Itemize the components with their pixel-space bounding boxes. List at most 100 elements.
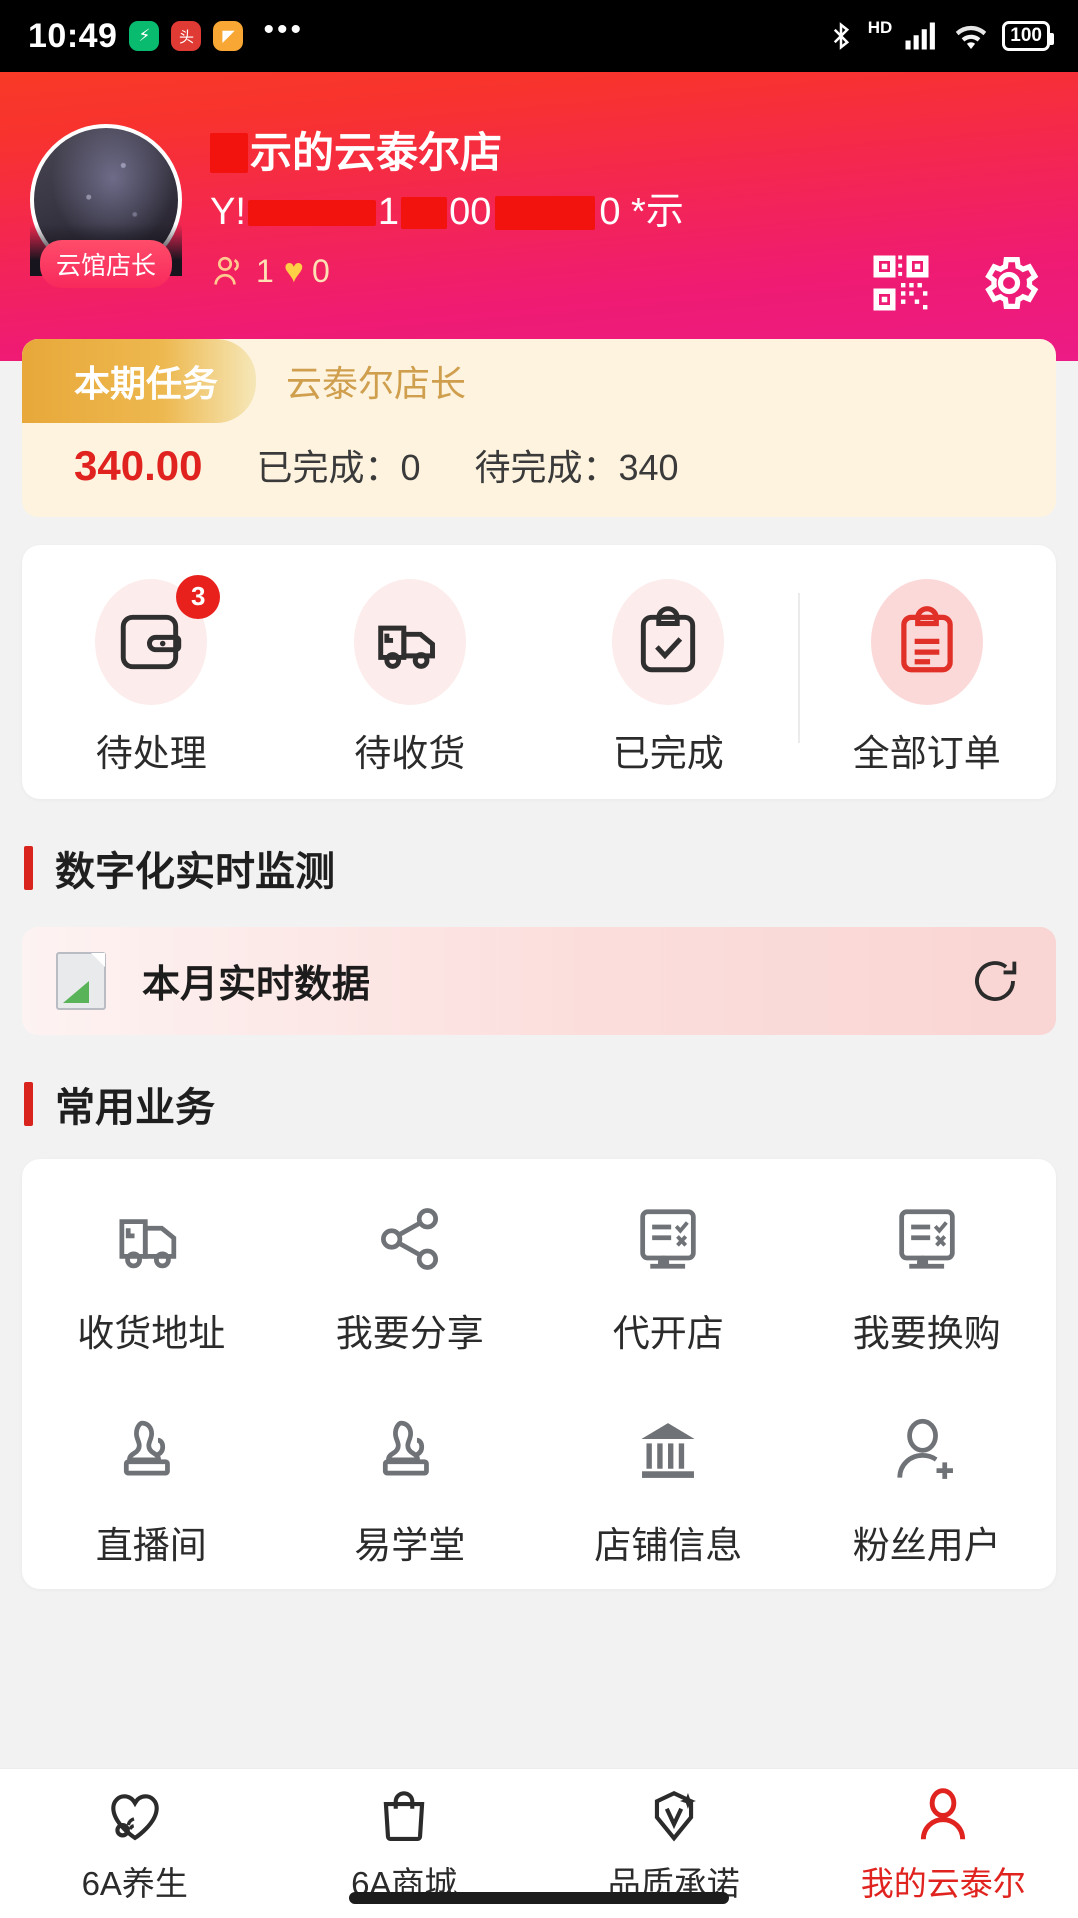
section-title-monitor: 数字化实时监测 xyxy=(24,839,1078,897)
wifi-icon xyxy=(956,25,987,49)
followers-stat: 1 xyxy=(210,252,274,290)
gem-check-icon xyxy=(654,1790,696,1842)
likes-stat: ♥ 0 xyxy=(284,252,330,291)
service-item-share[interactable]: 我要分享 xyxy=(281,1201,540,1357)
avatar-wrapper[interactable]: 云馆店长 xyxy=(30,124,182,288)
status-bar: 10:49 ••• HD 100 xyxy=(0,0,1078,72)
redaction-block xyxy=(495,196,596,231)
nav-item-mall[interactable]: 6A商城 xyxy=(270,1785,540,1905)
order-label: 全部订单 xyxy=(852,732,1001,774)
wallet-icon xyxy=(121,614,182,670)
service-item-open-store[interactable]: 代开店 xyxy=(539,1201,798,1357)
shop-id: Y ! 1 00 0 *示 xyxy=(210,191,1048,234)
redaction-block xyxy=(401,197,448,230)
heart-icon: ♥ xyxy=(283,251,304,290)
shop-name-text: 示的云泰尔店 xyxy=(250,129,503,176)
service-label: 收货地址 xyxy=(77,1312,226,1354)
followers-count: 1 xyxy=(256,252,274,289)
task-pending: 待完成：340 xyxy=(474,446,679,488)
order-item-completed[interactable]: 已完成 xyxy=(539,578,798,777)
service-label: 我要分享 xyxy=(335,1312,484,1354)
service-label: 代开店 xyxy=(612,1312,724,1354)
service-label: 粉丝用户 xyxy=(852,1524,1001,1566)
status-bar-clock: 10:49 xyxy=(28,16,118,55)
status-bar-left: 10:49 ••• xyxy=(28,15,304,57)
service-item-live-room[interactable]: 直播间 xyxy=(22,1413,281,1569)
nav-item-quality[interactable]: 品质承诺 xyxy=(539,1785,809,1905)
service-label: 直播间 xyxy=(95,1524,207,1566)
battery-icon: 100 xyxy=(1002,21,1054,51)
toutiao-app-icon xyxy=(171,21,202,51)
profile-header: 云馆店长 示的云泰尔店 Y ! 1 00 0 *示 1 ♥ 0 xyxy=(0,72,1078,361)
services-card: 收货地址 我要分享 代开店 我要换购 直播间 易学堂 店铺信息 粉丝用户 xyxy=(22,1158,1057,1589)
broken-image-icon xyxy=(56,951,106,1010)
task-amount: 340.00 xyxy=(74,441,203,489)
redaction-block xyxy=(247,200,376,227)
header-actions xyxy=(868,250,1042,316)
service-item-fans[interactable]: 粉丝用户 xyxy=(798,1413,1057,1569)
shop-id-mid1: 1 xyxy=(377,191,400,234)
nav-label: 我的云泰尔 xyxy=(860,1865,1026,1902)
clipboard-check-icon xyxy=(641,606,696,673)
clipboard-list-icon xyxy=(901,606,953,673)
refresh-icon[interactable] xyxy=(968,954,1022,1008)
service-label: 我要换购 xyxy=(852,1312,1001,1354)
role-badge: 云馆店长 xyxy=(39,240,173,288)
gear-icon[interactable] xyxy=(976,250,1042,316)
shop-id-suffix: 0 *示 xyxy=(599,191,684,234)
stamp-person-icon xyxy=(382,1420,429,1476)
task-tabs: 本期任务 云泰尔店长 xyxy=(22,338,1056,423)
likes-count: 0 xyxy=(311,252,330,289)
monitor-checklist-icon xyxy=(640,1209,696,1269)
service-label: 易学堂 xyxy=(354,1524,466,1566)
orders-card: 3 待处理 待收货 已完成 全部订单 xyxy=(22,544,1057,799)
order-item-pending[interactable]: 3 待处理 xyxy=(22,574,281,777)
status-badge: 3 xyxy=(176,574,221,619)
tab-store-manager[interactable]: 云泰尔店长 xyxy=(256,339,496,423)
person-icon xyxy=(921,1788,966,1840)
nav-item-health[interactable]: 6A养生 xyxy=(0,1785,270,1905)
section-title-services: 常用业务 xyxy=(24,1075,1078,1133)
service-item-exchange[interactable]: 我要换购 xyxy=(798,1201,1057,1357)
section-accent-bar xyxy=(24,1081,33,1126)
bluetooth-icon xyxy=(833,22,849,50)
status-bar-right: HD 100 xyxy=(826,17,1054,55)
truck-icon xyxy=(377,625,435,669)
tab-current-task[interactable]: 本期任务 xyxy=(22,338,257,423)
task-panel: 本期任务 云泰尔店长 340.00 已完成：0 待完成：340 xyxy=(22,338,1056,517)
home-indicator xyxy=(349,1892,729,1904)
truck-icon xyxy=(119,1219,177,1269)
order-label: 待处理 xyxy=(95,732,207,774)
qr-code-icon[interactable] xyxy=(868,250,934,316)
shield-app-icon xyxy=(129,21,160,51)
monitor-card-title: 本月实时数据 xyxy=(142,964,371,1007)
user-plus-icon xyxy=(897,1418,953,1479)
icon-wrapper xyxy=(347,578,473,705)
redaction-block xyxy=(210,133,248,174)
monitor-card[interactable]: 本月实时数据 xyxy=(22,926,1056,1035)
stamp-person-icon xyxy=(124,1420,171,1476)
section-title-text: 数字化实时监测 xyxy=(55,849,335,894)
service-item-store-info[interactable]: 店铺信息 xyxy=(539,1413,798,1569)
signal-icon xyxy=(905,22,936,50)
icon-wrapper: 3 xyxy=(88,574,221,705)
icon-wrapper xyxy=(605,578,731,705)
service-item-learning[interactable]: 易学堂 xyxy=(281,1413,540,1569)
shop-name: 示的云泰尔店 xyxy=(210,129,1048,176)
people-icon xyxy=(214,257,239,286)
task-completed: 已完成：0 xyxy=(256,446,421,488)
order-item-all[interactable]: 全部订单 xyxy=(797,578,1057,777)
bank-icon xyxy=(641,1423,695,1478)
services-row: 收货地址 我要分享 代开店 我要换购 xyxy=(22,1201,1056,1357)
order-label: 已完成 xyxy=(612,732,724,774)
nav-label: 6A养生 xyxy=(81,1865,188,1902)
shop-id-prefix: Y xyxy=(210,191,236,234)
service-item-address[interactable]: 收货地址 xyxy=(22,1201,281,1357)
status-bar-more-icon: ••• xyxy=(263,13,304,46)
order-item-shipping[interactable]: 待收货 xyxy=(281,578,540,777)
service-label: 店铺信息 xyxy=(594,1524,743,1566)
section-accent-bar xyxy=(24,845,33,890)
nav-item-profile[interactable]: 我的云泰尔 xyxy=(809,1785,1078,1905)
shopping-bag-icon xyxy=(383,1791,425,1842)
hd-icon: HD xyxy=(867,18,893,37)
